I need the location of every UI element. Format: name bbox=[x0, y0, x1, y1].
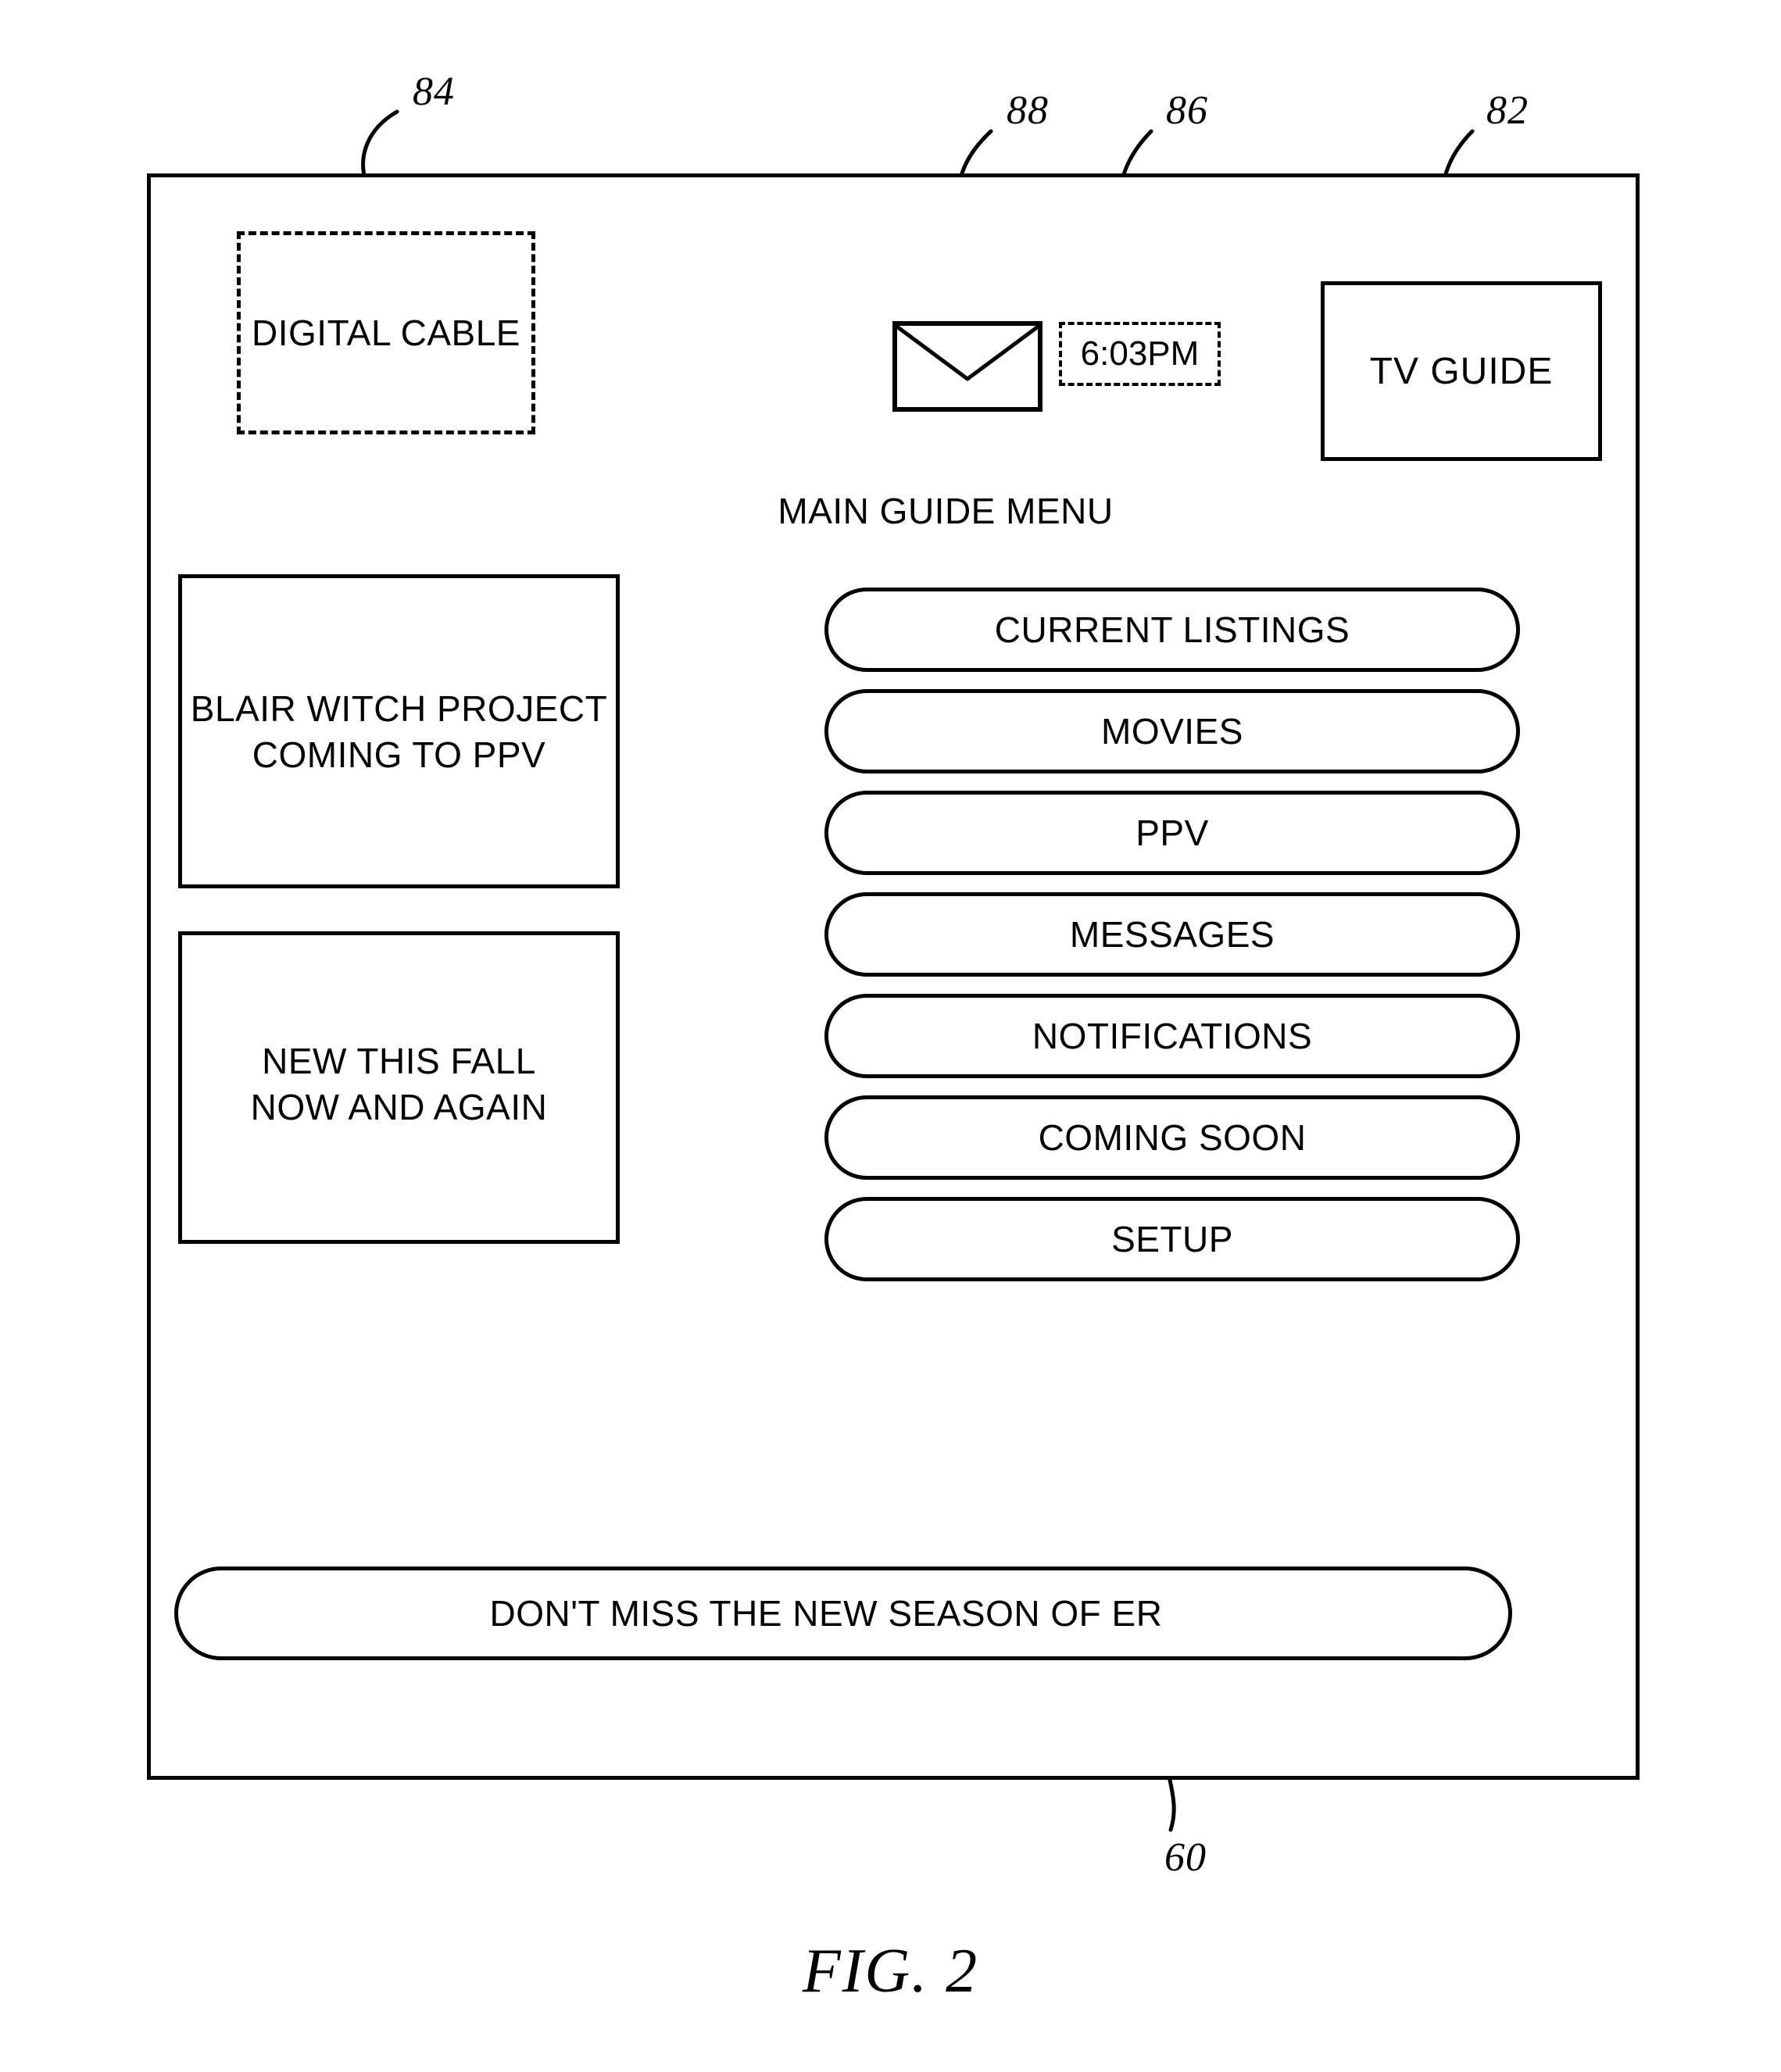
refnum-88: 88 bbox=[1007, 88, 1049, 133]
menu-item-movies[interactable]: MOVIES bbox=[824, 689, 1520, 773]
tv-guide-label: TV GUIDE bbox=[1369, 350, 1554, 392]
digital-cable-label: DIGITAL CABLE bbox=[252, 313, 520, 353]
clock-time: 6:03PM bbox=[1080, 334, 1200, 373]
promo-panel-fall[interactable]: NEW THIS FALL NOW AND AGAIN bbox=[178, 931, 620, 1244]
main-guide-menu-title: MAIN GUIDE MENU bbox=[778, 491, 1114, 531]
menu-item-label: PPV bbox=[1135, 813, 1209, 853]
digital-cable-placeholder: DIGITAL CABLE bbox=[237, 231, 535, 434]
menu-item-coming-soon[interactable]: COMING SOON bbox=[824, 1095, 1520, 1180]
menu-item-label: CURRENT LISTINGS bbox=[994, 609, 1350, 650]
promo-text: NEW THIS FALL NOW AND AGAIN bbox=[182, 1038, 616, 1131]
envelope-icon[interactable] bbox=[892, 321, 1042, 412]
menu-item-label: MOVIES bbox=[1101, 711, 1243, 752]
menu-item-current-listings[interactable]: CURRENT LISTINGS bbox=[824, 588, 1520, 672]
menu-item-label: MESSAGES bbox=[1069, 914, 1275, 955]
menu-item-label: COMING SOON bbox=[1038, 1117, 1307, 1158]
promo-line-2: NOW AND AGAIN bbox=[250, 1086, 548, 1127]
refnum-82: 82 bbox=[1486, 88, 1529, 133]
promo-panel-ppv[interactable]: BLAIR WITCH PROJECT COMING TO PPV bbox=[178, 574, 620, 888]
bottom-banner-label: DON'T MISS THE NEW SEASON OF ER bbox=[489, 1593, 1163, 1634]
menu-item-messages[interactable]: MESSAGES bbox=[824, 892, 1520, 977]
refnum-84: 84 bbox=[413, 70, 455, 114]
clock-display: 6:03PM bbox=[1059, 322, 1221, 386]
patent-figure: 84 88 86 82 76 78 64 66 68 70 62 72 74 6… bbox=[0, 0, 1781, 2072]
menu-item-label: SETUP bbox=[1111, 1219, 1233, 1259]
menu-item-label: NOTIFICATIONS bbox=[1032, 1016, 1313, 1056]
refnum-60: 60 bbox=[1164, 1835, 1207, 1880]
menu-item-setup[interactable]: SETUP bbox=[824, 1197, 1520, 1281]
promo-line-1: NEW THIS FALL bbox=[262, 1041, 536, 1081]
tv-guide-box[interactable]: TV GUIDE bbox=[1321, 281, 1602, 461]
promo-text: BLAIR WITCH PROJECT COMING TO PPV bbox=[182, 686, 616, 778]
figure-caption: FIG. 2 bbox=[802, 1937, 979, 2006]
bottom-promo-banner[interactable]: DON'T MISS THE NEW SEASON OF ER bbox=[174, 1567, 1512, 1660]
refnum-86: 86 bbox=[1166, 88, 1208, 133]
promo-line-1: BLAIR WITCH PROJECT bbox=[190, 688, 608, 729]
main-guide-menu-list: CURRENT LISTINGS MOVIES PPV MESSAGES NOT… bbox=[824, 588, 1520, 1299]
menu-item-notifications[interactable]: NOTIFICATIONS bbox=[824, 994, 1520, 1078]
promo-line-2: COMING TO PPV bbox=[252, 734, 546, 775]
menu-item-ppv[interactable]: PPV bbox=[824, 791, 1520, 875]
